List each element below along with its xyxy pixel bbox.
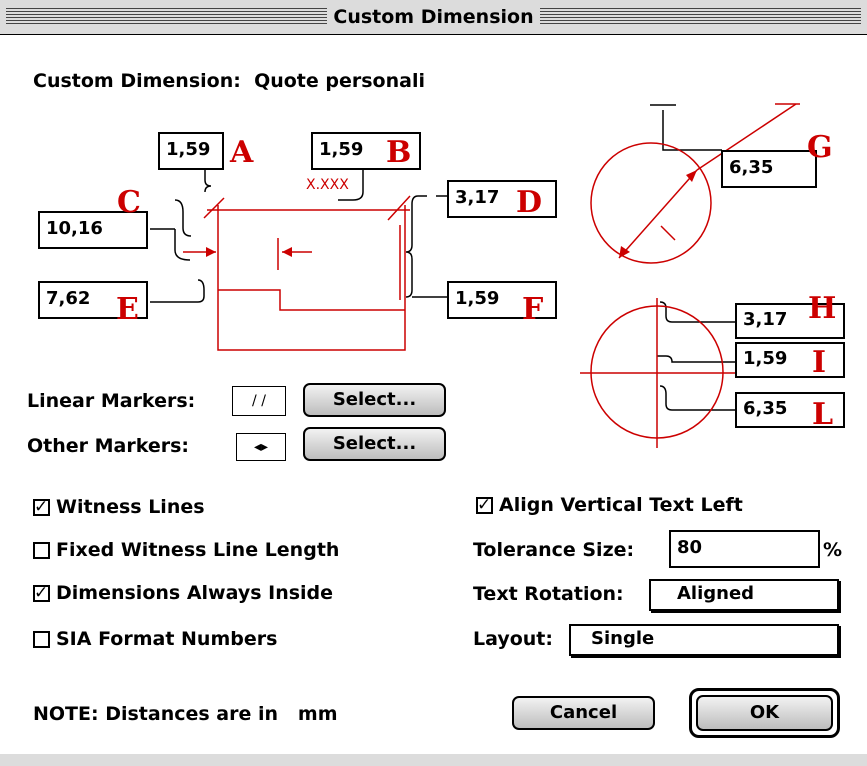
text-rotation-select[interactable]: Aligned xyxy=(649,579,839,611)
layout-label: Layout: xyxy=(473,628,553,650)
tolerance-size-label: Tolerance Size: xyxy=(473,539,635,561)
text-rotation-label: Text Rotation: xyxy=(473,583,624,605)
cancel-button[interactable]: Cancel xyxy=(512,696,655,730)
always-inside-label: Dimensions Always Inside xyxy=(56,582,334,604)
other-markers-select-button[interactable]: Select... xyxy=(303,427,446,461)
check-mark-icon: ✓ xyxy=(477,495,492,515)
letter-a: A xyxy=(230,135,254,170)
field-g[interactable]: 6,35 xyxy=(721,150,817,188)
other-markers-label: Other Markers: xyxy=(27,435,190,457)
letter-h: H xyxy=(808,291,837,326)
distance-note: NOTE: Distances are in mm xyxy=(33,703,338,725)
witness-lines-checkbox[interactable]: ✓ xyxy=(33,499,50,516)
distance-unit: mm xyxy=(297,703,338,725)
linear-markers-label: Linear Markers: xyxy=(27,390,196,412)
align-vertical-checkbox[interactable]: ✓ xyxy=(476,497,493,514)
letter-e: E xyxy=(116,292,139,327)
distance-note-text: NOTE: Distances are in xyxy=(33,703,279,725)
linear-marker-preview: / / xyxy=(232,386,286,416)
ok-button[interactable]: OK xyxy=(696,695,833,731)
letter-i: I xyxy=(812,345,827,380)
always-inside-checkbox[interactable]: ✓ xyxy=(33,585,50,602)
field-i[interactable]: 1,59 xyxy=(735,342,845,378)
letter-b: B xyxy=(386,135,412,170)
check-mark-icon: ✓ xyxy=(34,583,49,603)
letter-g: G xyxy=(807,130,833,165)
align-vertical-label: Align Vertical Text Left xyxy=(499,494,743,516)
linear-markers-select-button[interactable]: Select... xyxy=(303,383,446,417)
sample-dimension-text: X.XXX xyxy=(306,177,349,193)
tolerance-size-input[interactable]: 80 xyxy=(669,530,820,568)
ok-button-default-ring[interactable]: OK xyxy=(689,688,840,738)
witness-lines-label: Witness Lines xyxy=(56,496,205,518)
sia-format-checkbox[interactable] xyxy=(33,631,50,648)
check-mark-icon: ✓ xyxy=(34,497,49,517)
layout-select[interactable]: Single xyxy=(569,624,839,656)
letter-l: L xyxy=(812,397,834,432)
tolerance-unit: % xyxy=(823,539,843,561)
sia-format-label: SIA Format Numbers xyxy=(56,628,278,650)
other-marker-preview: ◂▸ xyxy=(236,433,286,461)
window-bottom-edge xyxy=(0,754,867,766)
field-a[interactable]: 1,59 xyxy=(158,132,224,170)
letter-c: C xyxy=(117,185,141,220)
letter-f: F xyxy=(522,292,544,327)
fixed-witness-checkbox[interactable] xyxy=(33,542,50,559)
fixed-witness-label: Fixed Witness Line Length xyxy=(56,539,340,561)
letter-d: D xyxy=(516,185,543,220)
